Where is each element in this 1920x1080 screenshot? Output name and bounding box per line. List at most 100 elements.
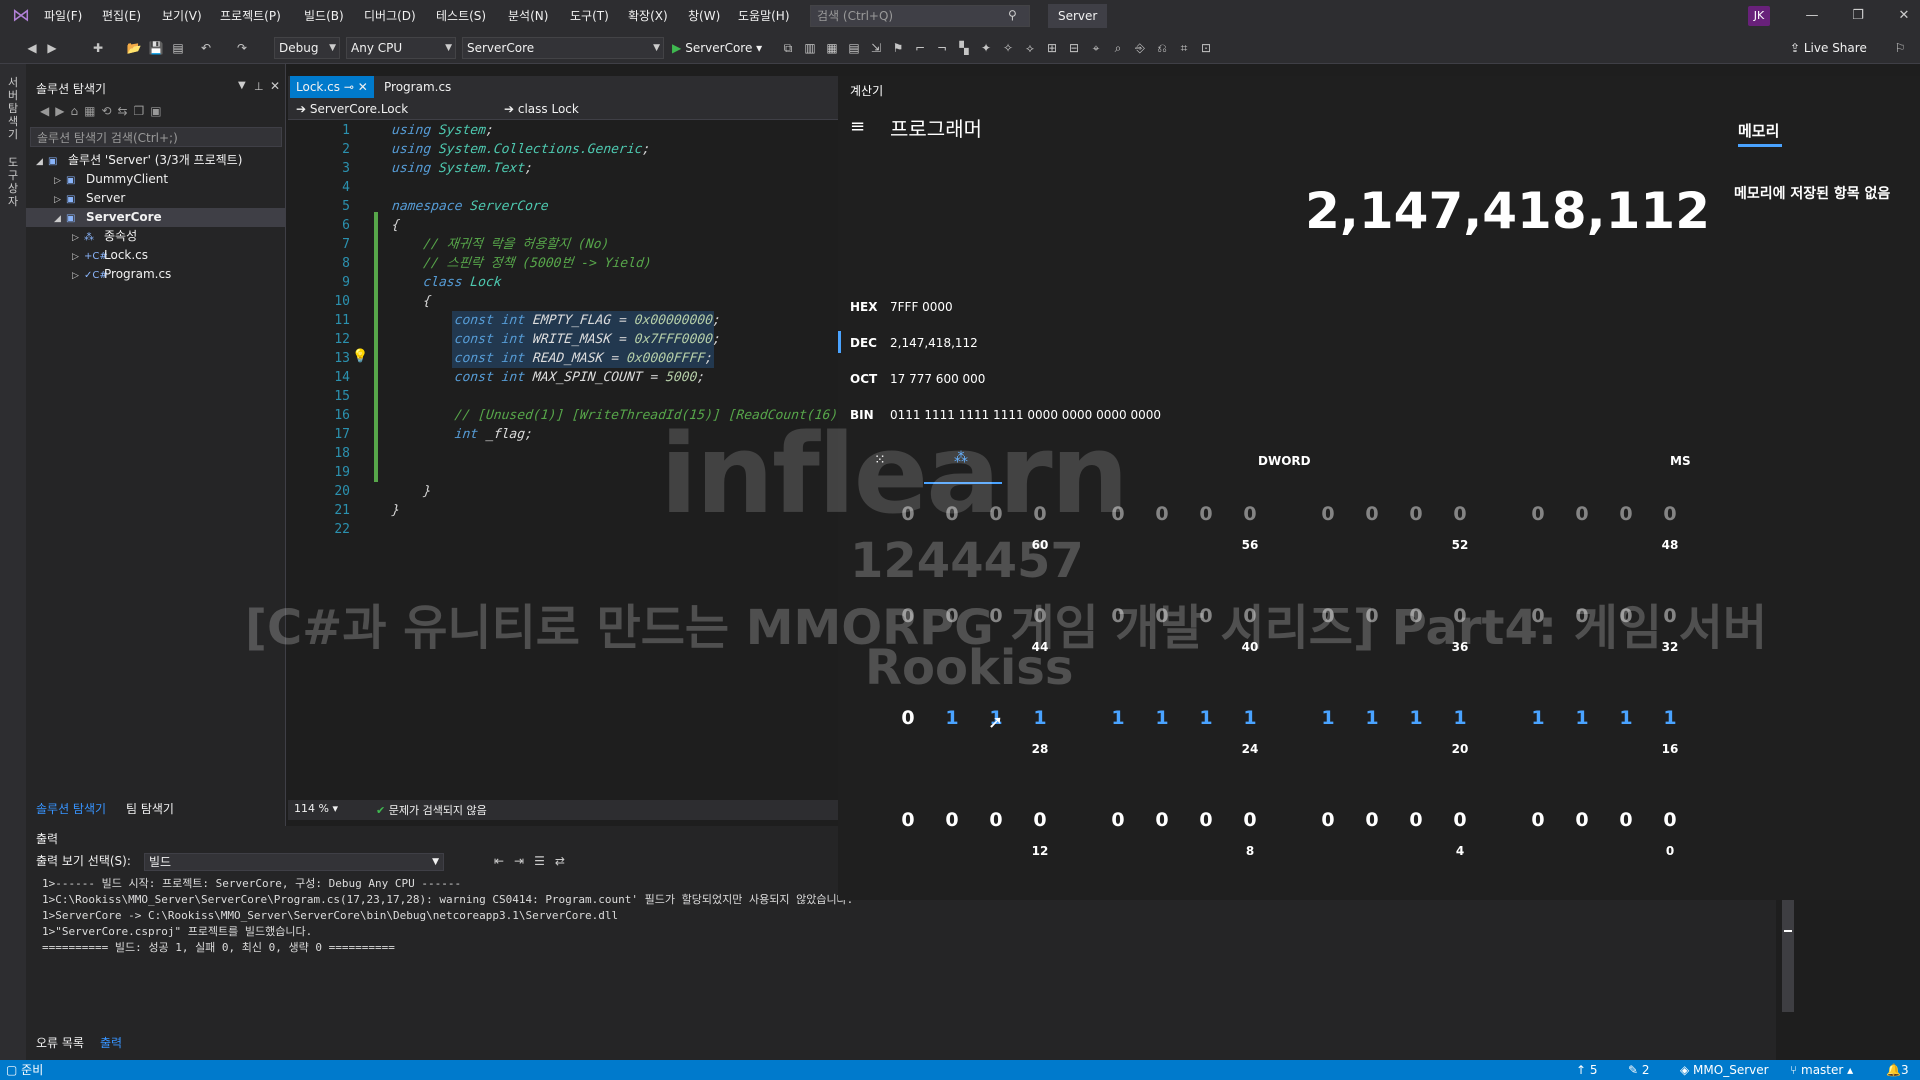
bit-toggle[interactable]: 0 (1362, 808, 1382, 832)
bit-toggle[interactable]: 0 (898, 808, 918, 832)
menu-item[interactable]: 분석(N) (508, 0, 548, 32)
base-hex-label[interactable]: HEX (850, 300, 878, 314)
push-count[interactable]: ↑ 5 (1576, 1062, 1598, 1078)
toolbar-icon[interactable]: ▤ (846, 40, 862, 56)
toolbar-icon[interactable]: ⊡ (1198, 40, 1214, 56)
repo-name[interactable]: ◈ MMO_Server (1680, 1062, 1769, 1078)
bit-toggle[interactable]: 0 (1660, 808, 1680, 832)
toolbar-icon[interactable]: ⧉ (780, 40, 796, 56)
hamburger-menu-icon[interactable]: ≡ (850, 116, 865, 137)
menu-item[interactable]: 도움말(H) (738, 0, 790, 32)
toolbar-icon[interactable]: ⌖ (1088, 40, 1104, 56)
bit-toggle[interactable]: 1 (1152, 706, 1172, 730)
close-tab-icon[interactable]: ✕ (358, 80, 368, 94)
bit-toggle[interactable]: 0 (986, 808, 1006, 832)
undo-icon[interactable]: ↶ (198, 40, 214, 56)
bit-toggle[interactable]: 1 (1450, 706, 1470, 730)
tree-item[interactable]: ▷ ▣ Server (26, 189, 286, 208)
save-icon[interactable]: 💾 (148, 40, 164, 56)
menu-item[interactable]: 보기(V) (162, 0, 202, 32)
toolbar-icon[interactable]: ⊟ (1066, 40, 1082, 56)
tree-item[interactable]: ◢ ▣ ServerCore (26, 208, 286, 227)
platform-select[interactable]: Any CPU ▼ (346, 37, 456, 59)
forward-icon[interactable]: ▶ (44, 40, 60, 56)
bit-toggle[interactable]: 1 (1572, 706, 1592, 730)
menu-item[interactable]: 테스트(S) (436, 0, 486, 32)
bit-toggle[interactable]: 0 (1108, 808, 1128, 832)
bit-toggle[interactable]: 1 (1406, 706, 1426, 730)
tree-item[interactable]: ▷ +C#Lock.cs (26, 246, 286, 265)
output-source-select[interactable]: 빌드 ▼ (144, 853, 444, 871)
tab-error-list[interactable]: 오류 목록 (36, 1034, 84, 1051)
base-hex-value[interactable]: 7FFF 0000 (890, 300, 953, 314)
bit-toggle[interactable]: 1 (1196, 706, 1216, 730)
bit-toggle[interactable]: 0 (1572, 502, 1592, 526)
solution-search-input[interactable]: 솔루션 탐색기 검색(Ctrl+;) (30, 127, 282, 147)
redo-icon[interactable]: ↷ (234, 40, 250, 56)
menu-item[interactable]: 빌드(B) (304, 0, 344, 32)
edit-count[interactable]: ✎ 2 (1628, 1062, 1650, 1078)
search-input[interactable]: 검색 (Ctrl+Q) (810, 5, 1030, 27)
issues-indicator[interactable]: ✔ 문제가 검색되지 않음 (376, 802, 487, 818)
member-nav-select[interactable]: ➔ class Lock (504, 100, 684, 118)
base-oct-label[interactable]: OCT (850, 372, 877, 386)
menu-item[interactable]: 파일(F) (44, 0, 82, 32)
toolbar-icon[interactable]: ⟡ (1022, 40, 1038, 56)
bit-toggle[interactable]: 0 (1528, 502, 1548, 526)
close-icon[interactable]: ✕ (1894, 6, 1914, 26)
branch-name[interactable]: ⑂ master ▴ (1790, 1062, 1853, 1078)
bit-toggle[interactable]: 0 (1152, 808, 1172, 832)
tree-item[interactable]: ▷ ✓C#Program.cs (26, 265, 286, 284)
toolbar-icon[interactable]: ⌕ (1110, 40, 1126, 56)
search-icon[interactable]: ⚲ (1008, 8, 1022, 22)
toolbar-icon[interactable]: ⎌ (1154, 40, 1170, 56)
memory-store-button[interactable]: MS (1670, 454, 1691, 468)
toolbar-icon[interactable]: ▦ (824, 40, 840, 56)
tab-program-cs[interactable]: Program.cs (378, 76, 457, 98)
bit-toggle[interactable]: 1 (1528, 706, 1548, 730)
bit-toggle[interactable]: 0 (1362, 502, 1382, 526)
bit-toggle[interactable]: 0 (1030, 808, 1050, 832)
config-select[interactable]: Debug ▼ (274, 37, 340, 59)
toolbar-icon[interactable]: ✦ (978, 40, 994, 56)
toolbar-icon[interactable]: ⎆ (1132, 40, 1148, 56)
bit-toggle[interactable]: 1 (1318, 706, 1338, 730)
bit-toggle[interactable]: 0 (1660, 502, 1680, 526)
run-button[interactable]: ▶ ServerCore ▾ (672, 37, 762, 59)
toolbar-icon[interactable]: ⌐ (912, 40, 928, 56)
bit-toggle[interactable]: 1 (1660, 706, 1680, 730)
feedback-icon[interactable]: ⚐ (1892, 40, 1908, 56)
bit-toggle[interactable]: 0 (1240, 502, 1260, 526)
menu-item[interactable]: 도구(T) (570, 0, 609, 32)
bit-toggle[interactable]: 1 (1108, 706, 1128, 730)
bit-toggle[interactable]: 0 (1318, 808, 1338, 832)
tab-lock-cs[interactable]: Lock.cs ⊸ ✕ (290, 76, 374, 98)
toolbar-icon[interactable]: ⚑ (890, 40, 906, 56)
new-project-icon[interactable]: ✚ (90, 40, 106, 56)
toolbar-icon[interactable]: ▚ (956, 40, 972, 56)
pin-icon[interactable]: ⊸ (344, 80, 354, 94)
live-share-button[interactable]: ⇪ Live Share (1790, 37, 1867, 59)
toolbar-icon[interactable]: ✧ (1000, 40, 1016, 56)
menu-item[interactable]: 프로젝트(P) (220, 0, 281, 32)
bit-toggle[interactable]: 0 (1196, 808, 1216, 832)
notifications-icon[interactable]: 🔔3 (1886, 1062, 1909, 1078)
toolbar-icon[interactable]: ▥ (802, 40, 818, 56)
restore-icon[interactable]: ❐ (1848, 6, 1868, 26)
bit-toggle[interactable]: 1 (1616, 706, 1636, 730)
tab-solution-explorer[interactable]: 솔루션 탐색기 (36, 800, 106, 817)
base-dec-value[interactable]: 2,147,418,112 (890, 336, 978, 350)
output-scrollbar[interactable] (1782, 900, 1794, 1012)
back-icon[interactable]: ◀ (24, 40, 40, 56)
tab-team-explorer[interactable]: 팀 탐색기 (126, 800, 174, 817)
pin-icon[interactable]: ⊥ (254, 80, 264, 93)
solution-explorer-toolbar[interactable]: ◀▶⌂▦⟲⇆❐▣ (40, 104, 168, 118)
bit-toggle[interactable]: 0 (1152, 502, 1172, 526)
menu-item[interactable]: 확장(X) (628, 0, 668, 32)
output-toolbar-icons[interactable]: ⇤⇥☰⇄ (494, 854, 575, 868)
tab-output[interactable]: 출력 (100, 1034, 122, 1051)
bit-toggle[interactable]: 0 (1406, 502, 1426, 526)
bit-toggle[interactable]: 0 (1450, 808, 1470, 832)
zoom-select[interactable]: 114 % ▾ (294, 802, 338, 815)
memory-tab[interactable]: 메모리 (1738, 120, 1779, 141)
